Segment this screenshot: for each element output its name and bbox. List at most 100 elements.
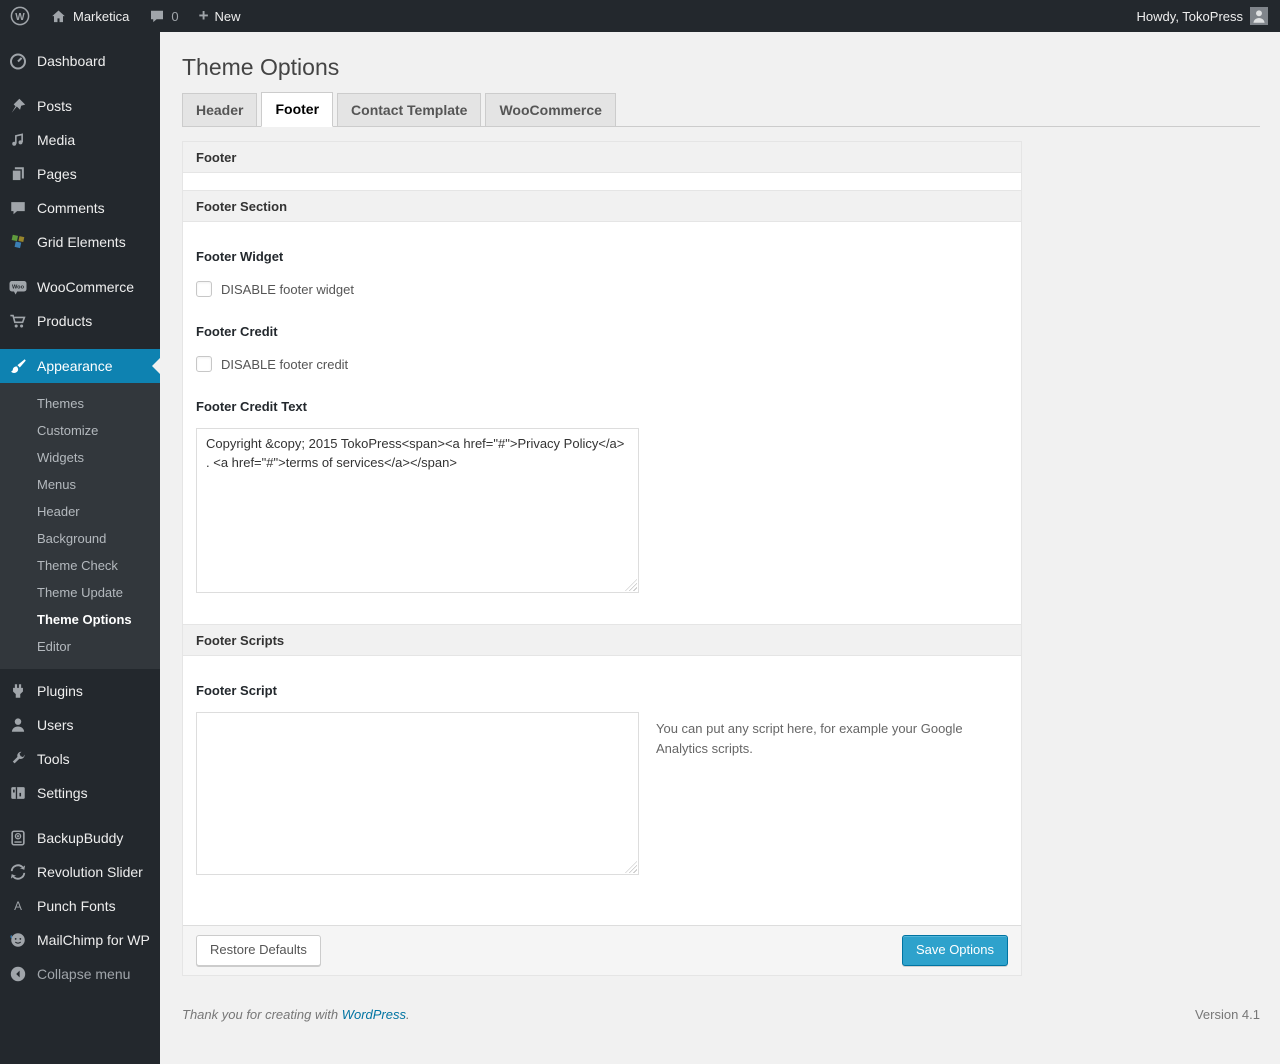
sidebar-item-label: Plugins	[37, 683, 83, 699]
footer-section-body: Footer Widget DISABLE footer widget Foot…	[183, 249, 1021, 624]
pages-icon	[8, 164, 28, 184]
revolution-slider-icon	[8, 862, 28, 882]
comments-icon	[8, 198, 28, 218]
sidebar-item-backupbuddy[interactable]: BackupBuddy	[0, 821, 160, 855]
howdy-account-menu[interactable]: Howdy, TokoPress	[1137, 9, 1243, 24]
save-options-button[interactable]: Save Options	[901, 935, 1008, 966]
sidebar-item-pages[interactable]: Pages	[0, 157, 160, 191]
version-text: Version 4.1	[1194, 1007, 1260, 1022]
footer-credit-text-textarea[interactable]: Copyright &copy; 2015 TokoPress<span><a …	[196, 428, 639, 593]
sidebar-item-revolution-slider[interactable]: Revolution Slider	[0, 855, 160, 889]
sidebar-item-posts[interactable]: Posts	[0, 89, 160, 123]
footer-thanks-text: Thank you for creating with WordPress.	[182, 1007, 410, 1022]
sidebar-item-label: BackupBuddy	[37, 830, 124, 846]
tab-header[interactable]: Header	[182, 93, 258, 126]
theme-options-panel: Footer Footer Section Footer Widget DISA…	[182, 141, 1022, 976]
sidebar-item-label: Users	[37, 717, 74, 733]
submenu-item-menus[interactable]: Menus	[0, 471, 160, 498]
sidebar-item-mailchimp[interactable]: MailChimp for WP	[0, 923, 160, 957]
tab-contact-template[interactable]: Contact Template	[337, 93, 482, 126]
footer-credit-text-label: Footer Credit Text	[196, 399, 307, 414]
svg-text:A: A	[14, 900, 22, 913]
admin-top-bar: W Marketica 0 + New Howdy, TokoPress	[0, 0, 1280, 32]
sidebar-item-grid-elements[interactable]: Grid Elements	[0, 225, 160, 259]
sidebar-item-label: Settings	[37, 785, 88, 801]
panel-action-bar: Restore Defaults Save Options	[183, 925, 1021, 975]
sidebar-item-users[interactable]: Users	[0, 708, 160, 742]
new-label: New	[214, 8, 241, 24]
footer-credit-label: Footer Credit	[196, 324, 278, 339]
new-content-menu[interactable]: + New	[189, 0, 251, 32]
sidebar-item-label: Appearance	[37, 358, 113, 374]
footer-widget-label: Footer Widget	[196, 249, 284, 264]
avatar[interactable]	[1250, 7, 1268, 25]
sidebar-item-woocommerce[interactable]: Woo WooCommerce	[0, 270, 160, 304]
disable-footer-credit-checkbox[interactable]	[196, 356, 212, 372]
wrench-icon	[8, 749, 28, 769]
sidebar-item-comments[interactable]: Comments	[0, 191, 160, 225]
nav-tabs: Header Footer Contact Template WooCommer…	[182, 92, 1260, 127]
wordpress-logo-menu[interactable]: W	[0, 0, 40, 32]
sidebar-item-collapse-menu[interactable]: Collapse menu	[0, 957, 160, 991]
panel-header: Footer	[183, 141, 1021, 173]
submenu-item-theme-check[interactable]: Theme Check	[0, 552, 160, 579]
cart-icon	[8, 311, 28, 331]
sidebar-item-appearance[interactable]: Appearance	[0, 349, 160, 383]
font-a-icon: A	[8, 896, 28, 916]
thanks-prefix: Thank you for creating with	[182, 1007, 342, 1022]
appearance-submenu: Themes Customize Widgets Menus Header Ba…	[0, 383, 160, 669]
footer-script-textarea[interactable]	[196, 712, 639, 875]
panel-gap	[183, 173, 1021, 190]
tab-woocommerce[interactable]: WooCommerce	[485, 93, 616, 126]
sidebar-item-label: Media	[37, 132, 76, 148]
plugin-icon	[8, 681, 28, 701]
thanks-suffix: .	[406, 1007, 410, 1022]
user-icon	[8, 715, 28, 735]
tab-footer[interactable]: Footer	[261, 92, 334, 127]
woocommerce-icon: Woo	[8, 277, 28, 297]
wordpress-link[interactable]: WordPress	[342, 1007, 406, 1022]
restore-defaults-button[interactable]: Restore Defaults	[196, 935, 321, 966]
mailchimp-monkey-icon	[8, 930, 28, 950]
sidebar-item-plugins[interactable]: Plugins	[0, 674, 160, 708]
site-name-menu[interactable]: Marketica	[40, 0, 139, 32]
submenu-item-editor[interactable]: Editor	[0, 633, 160, 660]
collapse-arrow-icon	[8, 964, 28, 984]
submenu-item-widgets[interactable]: Widgets	[0, 444, 160, 471]
footer-script-label: Footer Script	[196, 683, 277, 698]
submenu-item-themes[interactable]: Themes	[0, 390, 160, 417]
sidebar-item-products[interactable]: Products	[0, 304, 160, 338]
submenu-item-theme-options[interactable]: Theme Options	[0, 606, 160, 633]
comments-count: 0	[171, 8, 179, 24]
sidebar-item-label: Tools	[37, 751, 70, 767]
submenu-item-customize[interactable]: Customize	[0, 417, 160, 444]
sidebar-item-media[interactable]: Media	[0, 123, 160, 157]
disable-footer-widget-checkbox[interactable]	[196, 281, 212, 297]
sidebar-item-label: Revolution Slider	[37, 864, 143, 880]
submenu-item-theme-update[interactable]: Theme Update	[0, 579, 160, 606]
sidebar-item-label: WooCommerce	[37, 279, 134, 295]
admin-sidebar: Dashboard Posts Media Pages Comments Gri…	[0, 32, 160, 1064]
sidebar-item-settings[interactable]: Settings	[0, 776, 160, 810]
comment-bubble-icon	[149, 8, 165, 24]
sidebar-item-punch-fonts[interactable]: A Punch Fonts	[0, 889, 160, 923]
admin-menu: Dashboard Posts Media Pages Comments Gri…	[0, 32, 160, 991]
footer-script-hint: You can put any script here, for example…	[656, 721, 963, 757]
disable-footer-credit-label: DISABLE footer credit	[221, 356, 349, 372]
settings-sliders-icon	[8, 783, 28, 803]
backupbuddy-icon	[8, 828, 28, 848]
appearance-brush-icon	[8, 356, 28, 376]
sidebar-item-tools[interactable]: Tools	[0, 742, 160, 776]
comments-menu[interactable]: 0	[139, 0, 188, 32]
disable-footer-widget-label: DISABLE footer widget	[221, 281, 354, 297]
footer-scripts-body: Footer Script You can put any script her…	[183, 683, 1021, 925]
sidebar-item-dashboard[interactable]: Dashboard	[0, 44, 160, 78]
wordpress-logo-icon: W	[10, 6, 30, 26]
submenu-item-background[interactable]: Background	[0, 525, 160, 552]
dashboard-icon	[8, 51, 28, 71]
plus-icon: +	[198, 5, 209, 25]
main-content: Theme Options Header Footer Contact Temp…	[160, 32, 1280, 1064]
page-title: Theme Options	[182, 54, 340, 80]
svg-text:Woo: Woo	[12, 285, 25, 291]
submenu-item-header[interactable]: Header	[0, 498, 160, 525]
